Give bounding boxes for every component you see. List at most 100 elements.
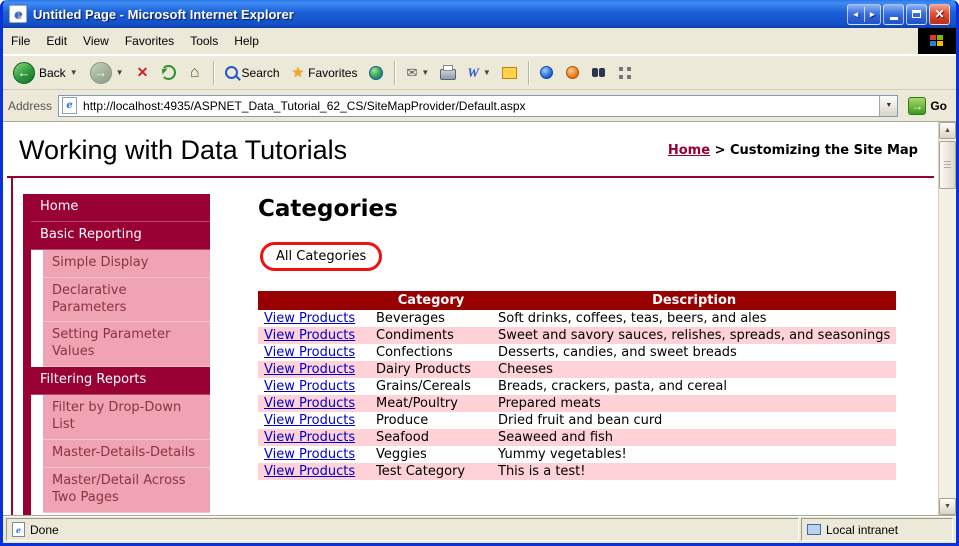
table-row: View Products Produce Dried fruit and be…: [258, 412, 896, 429]
category-cell: Veggies: [376, 447, 427, 462]
toolbar-separator: [394, 60, 396, 85]
print-button[interactable]: [436, 61, 460, 85]
breadcrumb-separator: >: [714, 143, 726, 158]
menu-edit[interactable]: Edit: [38, 28, 75, 54]
window-controls: ◂ ▸ ✕: [847, 3, 950, 25]
sidebar-item-declarative-parameters[interactable]: Declarative Parameters: [43, 277, 210, 323]
messenger-icon: [540, 66, 554, 79]
page-favicon: e: [62, 97, 78, 114]
menu-favorites[interactable]: Favorites: [117, 28, 182, 54]
status-panel-zone: Local intranet: [801, 518, 953, 541]
local-intranet-icon: [807, 524, 821, 535]
view-products-link[interactable]: View Products: [264, 447, 355, 462]
menu-help[interactable]: Help: [226, 28, 267, 54]
minimize-button[interactable]: [883, 3, 904, 25]
menu-tools[interactable]: Tools: [182, 28, 226, 54]
back-dropdown-icon[interactable]: ▼: [70, 68, 78, 77]
category-cell: Beverages: [376, 311, 445, 326]
favorites-button[interactable]: ★ Favorites: [287, 62, 363, 83]
view-products-link[interactable]: View Products: [264, 362, 355, 377]
scroll-up-button[interactable]: ▲: [939, 122, 956, 139]
sidebar-item-master-details-details[interactable]: Master-Details-Details: [43, 439, 210, 468]
edit-word-icon: W: [467, 64, 479, 80]
address-dropdown-button[interactable]: ▼: [879, 95, 898, 116]
forward-dropdown-icon[interactable]: ▼: [116, 68, 124, 77]
refresh-button[interactable]: [157, 61, 181, 85]
search-button[interactable]: Search: [220, 64, 285, 82]
toolbar-separator: [212, 60, 214, 85]
table-row: View Products Meat/Poultry Prepared meat…: [258, 395, 897, 412]
categories-heading: Categories: [258, 196, 398, 222]
menu-file[interactable]: File: [3, 28, 38, 54]
stop-icon: ✕: [136, 64, 149, 80]
edit-dropdown-icon[interactable]: ▼: [483, 68, 491, 77]
sidebar-item-filter-by-dropdown-list[interactable]: Filter by Drop-Down List: [43, 395, 210, 440]
title-bar: e Untitled Page - Microsoft Internet Exp…: [3, 0, 956, 28]
description-cell: Soft drinks, coffees, teas, beers, and a…: [498, 311, 767, 326]
description-cell: Breads, crackers, pasta, and cereal: [498, 379, 727, 394]
discuss-button[interactable]: [498, 61, 522, 85]
address-field: e ▼: [58, 94, 899, 117]
menu-view[interactable]: View: [75, 28, 117, 54]
research-button[interactable]: [561, 61, 585, 85]
sidebar-item-master-detail-across-two-pages[interactable]: Master/Detail Across Two Pages: [43, 467, 210, 513]
scrollbar-thumb[interactable]: [939, 141, 956, 189]
table-row: View Products Beverages Soft drinks, cof…: [258, 310, 896, 327]
menu-bar: File Edit View Favorites Tools Help: [3, 28, 956, 55]
view-products-link[interactable]: View Products: [264, 464, 355, 479]
sidebar-nav: Home Basic Reporting Simple Display Decl…: [23, 194, 210, 515]
back-button[interactable]: ← Back ▼: [8, 60, 83, 86]
address-input[interactable]: [81, 94, 876, 117]
mail-button[interactable]: ✉ ▼: [401, 63, 434, 83]
category-cell: Test Category: [370, 463, 492, 480]
go-button[interactable]: → Go: [904, 96, 951, 115]
description-cell: Dried fruit and bean curd: [498, 413, 663, 428]
go-label: Go: [930, 98, 947, 113]
breadcrumb-home-link[interactable]: Home: [668, 143, 710, 158]
sidebar-item-simple-display[interactable]: Simple Display: [43, 249, 210, 278]
scroll-down-button[interactable]: ▼: [939, 498, 956, 515]
edit-button[interactable]: W ▼: [462, 63, 495, 83]
view-products-link[interactable]: View Products: [264, 413, 355, 428]
stop-button[interactable]: ✕: [131, 61, 155, 85]
back-arrow-icon: ←: [13, 61, 35, 84]
maximize-icon: [912, 10, 921, 18]
view-products-link[interactable]: View Products: [264, 430, 355, 445]
maximize-button[interactable]: [906, 3, 927, 25]
category-cell: Meat/Poultry: [370, 395, 492, 412]
view-products-link[interactable]: View Products: [264, 328, 355, 343]
table-row: View Products Dairy Products Cheeses: [258, 361, 897, 378]
grid-button[interactable]: [613, 61, 637, 85]
messenger-button[interactable]: [535, 61, 559, 85]
status-page-icon: e: [12, 522, 25, 537]
category-cell: Condiments: [370, 327, 492, 344]
column-header-empty: [258, 291, 370, 310]
go-arrow-icon: →: [908, 96, 927, 115]
sidebar-item-home[interactable]: Home: [31, 194, 210, 222]
home-button[interactable]: ⌂: [183, 61, 207, 85]
minimize-icon: [889, 17, 898, 20]
view-products-link[interactable]: View Products: [264, 345, 355, 360]
site-title: Working with Data Tutorials: [19, 135, 348, 165]
sidebar-item-setting-parameter-values[interactable]: Setting Parameter Values: [43, 322, 210, 368]
pan-left-right-button[interactable]: ◂ ▸: [847, 3, 881, 25]
table-row: View Products Grains/Cereals Breads, cra…: [258, 378, 896, 395]
description-cell: Prepared meats: [492, 395, 897, 412]
view-products-link[interactable]: View Products: [264, 379, 355, 394]
column-header-description: Description: [492, 291, 897, 310]
view-products-link[interactable]: View Products: [264, 311, 355, 326]
close-button[interactable]: ✕: [929, 3, 950, 25]
print-icon: [440, 65, 457, 80]
forward-arrow-icon: →: [89, 61, 112, 84]
page-body: Home Basic Reporting Simple Display Decl…: [11, 178, 938, 515]
media-button[interactable]: [364, 61, 388, 85]
scrollbar-track[interactable]: [939, 139, 956, 498]
sidebar-item-basic-reporting[interactable]: Basic Reporting: [31, 221, 210, 250]
view-products-link[interactable]: View Products: [264, 396, 355, 411]
page-header: Working with Data Tutorials Home > Custo…: [7, 122, 934, 178]
forward-button[interactable]: → ▼: [85, 60, 129, 86]
mail-dropdown-icon[interactable]: ▼: [421, 68, 429, 77]
binoculars-button[interactable]: [587, 61, 611, 85]
browser-viewport: Working with Data Tutorials Home > Custo…: [3, 122, 956, 515]
sidebar-item-filtering-reports[interactable]: Filtering Reports: [31, 367, 210, 396]
